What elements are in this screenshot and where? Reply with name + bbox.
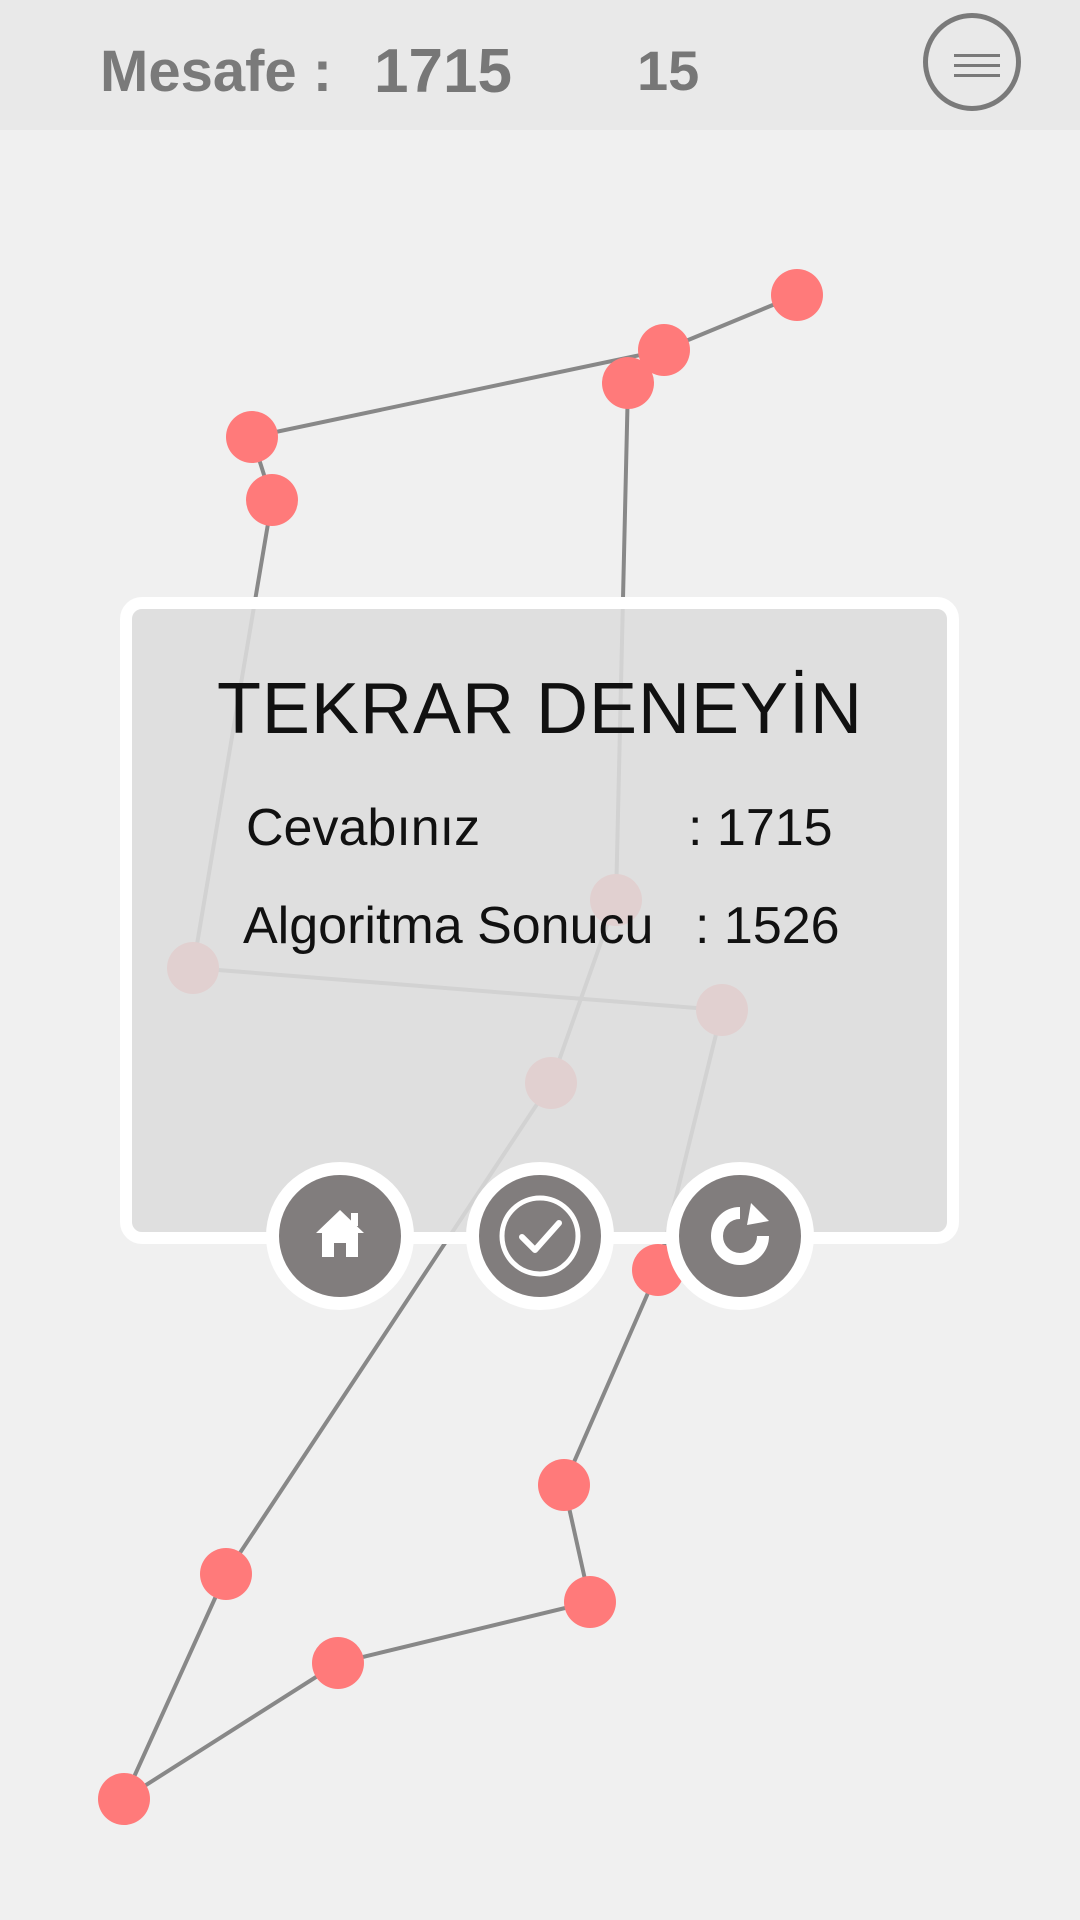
city-point[interactable] — [771, 269, 823, 321]
show-solution-button[interactable] — [466, 1162, 614, 1310]
show-solution-button-face — [479, 1175, 601, 1297]
city-point[interactable] — [226, 411, 278, 463]
game-screen: Mesafe : 1715 15 TEKRAR DENEYİN Cevabını… — [0, 0, 1080, 1920]
dialog-title: TEKRAR DENEYİN — [216, 669, 864, 749]
city-point[interactable] — [246, 474, 298, 526]
check-circle-icon — [499, 1195, 581, 1277]
top-bar: Mesafe : 1715 15 — [0, 0, 1080, 130]
city-point[interactable] — [638, 324, 690, 376]
city-point[interactable] — [564, 1576, 616, 1628]
distance-value: 1715 — [374, 37, 512, 106]
point-count: 15 — [637, 39, 700, 102]
city-point[interactable] — [200, 1548, 252, 1600]
menu-button[interactable] — [923, 13, 1021, 111]
home-button[interactable] — [266, 1162, 414, 1310]
distance-label: Mesafe : — [100, 39, 333, 104]
answer-value: : 1715 — [688, 799, 833, 857]
home-icon — [316, 1210, 364, 1257]
refresh-icon — [711, 1203, 769, 1265]
retry-button-face — [679, 1175, 801, 1297]
algorithm-value: : 1526 — [695, 897, 840, 955]
home-button-face — [279, 1175, 401, 1297]
city-point[interactable] — [538, 1459, 590, 1511]
city-point[interactable] — [98, 1773, 150, 1825]
hamburger-menu-icon-line — [954, 64, 1000, 67]
retry-button[interactable] — [666, 1162, 814, 1310]
hamburger-menu-icon — [954, 54, 1000, 57]
city-point[interactable] — [312, 1637, 364, 1689]
hamburger-menu-icon-line — [954, 74, 1000, 77]
algorithm-label: Algoritma Sonucu — [243, 897, 654, 955]
answer-label: Cevabınız — [246, 799, 481, 857]
